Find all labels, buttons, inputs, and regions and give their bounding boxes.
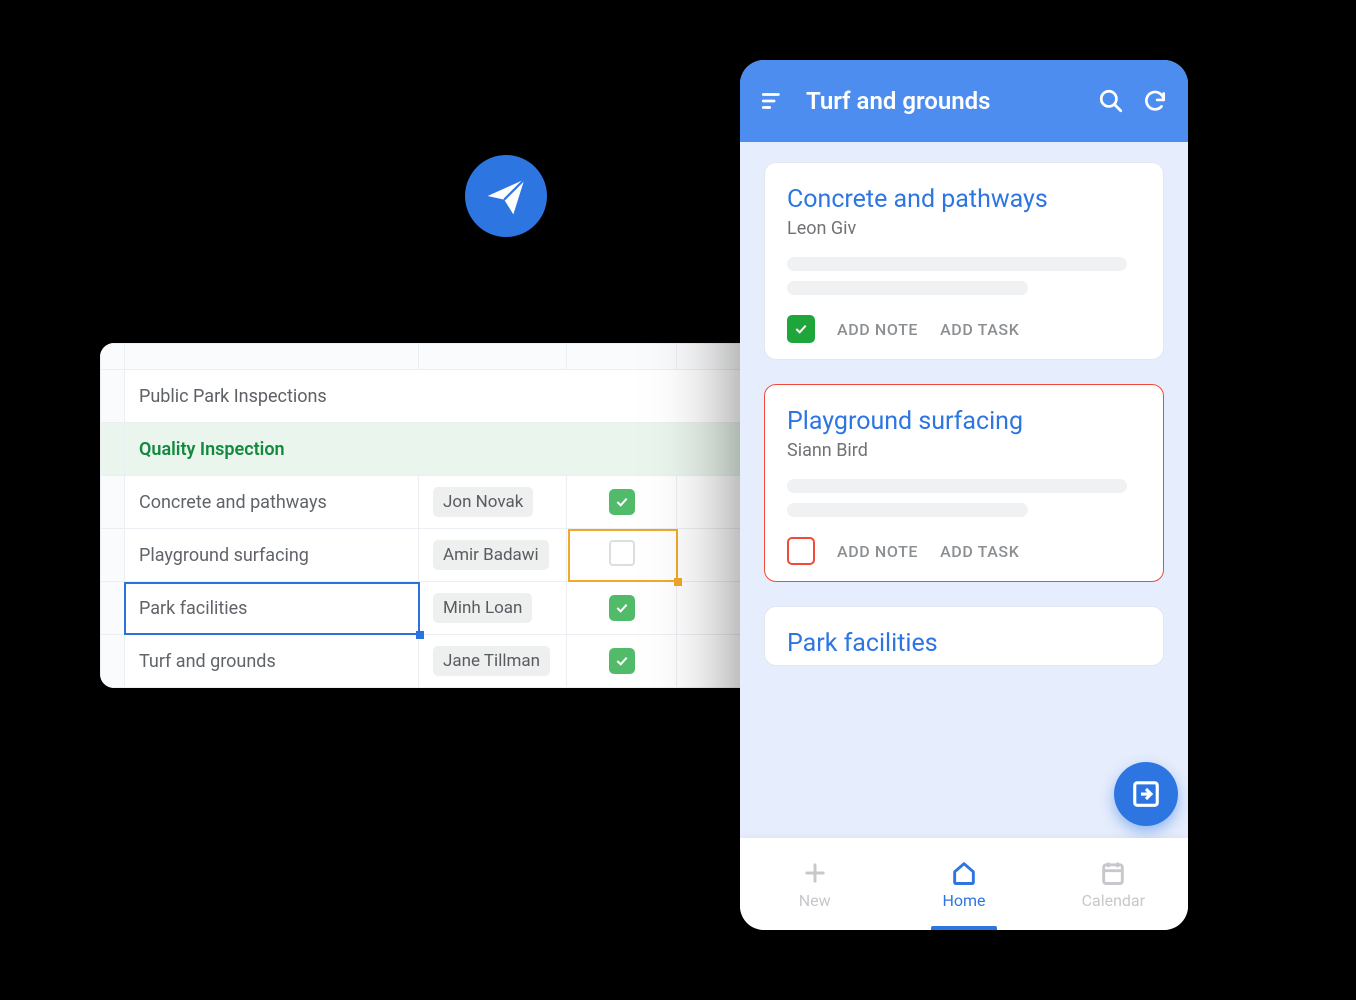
person-cell[interactable]: Jon Novak [419,476,567,529]
card-actions: ADD NOTE ADD TASK [787,537,1141,565]
card-title: Concrete and pathways [787,185,1141,214]
nav-home[interactable]: Home [889,838,1038,930]
skeleton-line [787,257,1127,271]
nav-label: Calendar [1082,891,1145,910]
person-chip[interactable]: Amir Badawi [433,540,549,570]
menu-sort-icon[interactable] [760,88,786,114]
add-task-button[interactable]: ADD TASK [940,320,1019,339]
card-title: Playground surfacing [787,407,1141,436]
selection-handle [674,578,682,586]
task-card[interactable]: Park facilities [764,606,1164,666]
nav-new[interactable]: New [740,838,889,930]
app-title: Turf and grounds [806,87,1080,115]
refresh-icon[interactable] [1142,88,1168,114]
check-cell[interactable] [567,635,677,688]
nav-label: New [799,891,831,910]
check-cell[interactable] [567,476,677,529]
skeleton-line [787,281,1028,295]
card-actions: ADD NOTE ADD TASK [787,315,1141,343]
task-cell[interactable]: Turf and grounds [125,635,419,688]
selection-handle [416,631,424,639]
checkbox-checked-icon[interactable] [609,648,635,674]
checkbox-checked-icon[interactable] [609,595,635,621]
search-icon[interactable] [1098,88,1124,114]
nav-calendar[interactable]: Calendar [1039,838,1188,930]
task-cell[interactable]: Playground surfacing [125,529,419,582]
send-badge [465,155,547,237]
add-note-button[interactable]: ADD NOTE [837,320,918,339]
person-chip[interactable]: Minh Loan [433,593,532,623]
person-chip[interactable]: Jane Tillman [433,646,550,676]
skeleton-line [787,503,1028,517]
skeleton-line [787,479,1127,493]
checkbox-checked-icon[interactable] [787,315,815,343]
app-header: Turf and grounds [740,60,1188,142]
app-body[interactable]: Concrete and pathways Leon Giv ADD NOTE … [740,142,1188,838]
nav-label: Home [942,891,985,910]
mobile-app-mock: Turf and grounds Concrete and pathways L… [740,60,1188,930]
person-cell[interactable]: Jane Tillman [419,635,567,688]
plus-icon [801,859,829,887]
task-cell[interactable]: Concrete and pathways [125,476,419,529]
checkbox-empty-icon[interactable] [609,540,635,566]
fab-enter-button[interactable] [1114,762,1178,826]
card-person: Leon Giv [787,218,1141,239]
check-cell[interactable] [567,529,677,582]
enter-arrow-icon [1131,779,1161,809]
check-cell[interactable] [567,582,677,635]
calendar-icon [1099,859,1127,887]
add-note-button[interactable]: ADD NOTE [837,542,918,561]
checkbox-empty-icon[interactable] [787,537,815,565]
task-card[interactable]: Playground surfacing Siann Bird ADD NOTE… [764,384,1164,582]
checkbox-checked-icon[interactable] [609,489,635,515]
home-icon [950,859,978,887]
person-cell[interactable]: Minh Loan [419,582,567,635]
paper-airplane-icon [484,174,528,218]
card-person: Siann Bird [787,440,1141,461]
person-chip[interactable]: Jon Novak [433,487,533,517]
task-card[interactable]: Concrete and pathways Leon Giv ADD NOTE … [764,162,1164,360]
add-task-button[interactable]: ADD TASK [940,542,1019,561]
person-cell[interactable]: Amir Badawi [419,529,567,582]
bottom-nav: New Home Calendar [740,838,1188,930]
task-cell[interactable]: Park facilities [125,582,419,635]
card-title: Park facilities [787,629,1141,658]
